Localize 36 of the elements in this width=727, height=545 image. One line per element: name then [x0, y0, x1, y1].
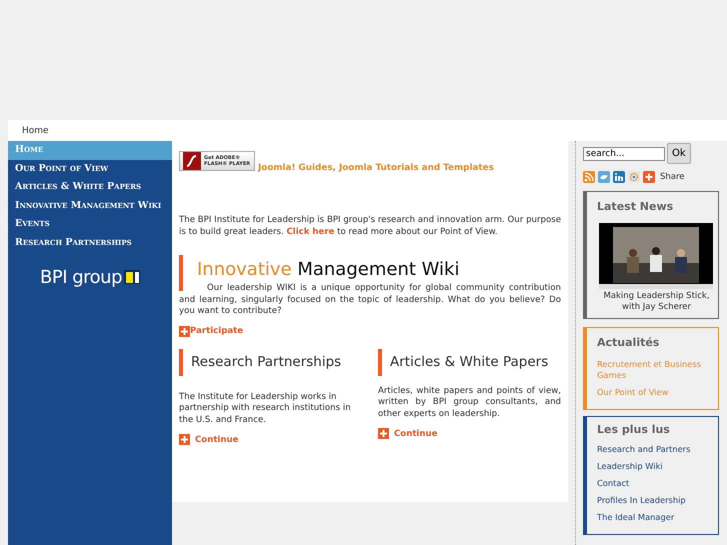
box-link[interactable]: Profiles In Leadership: [597, 495, 716, 506]
section-text: Articles, white papers and points of view, written by BPI group consultants, and other experts on leadership.: [378, 386, 561, 420]
plus-icon: [179, 326, 190, 336]
box-title: Les plus lus: [597, 423, 671, 436]
flash-icon: [183, 152, 201, 170]
ok-button[interactable]: Ok: [667, 143, 691, 164]
rss-icon[interactable]: [583, 171, 595, 183]
section-heading: Research Partnerships: [191, 354, 342, 370]
bird-icon[interactable]: [598, 171, 610, 183]
gear-icon[interactable]: [628, 171, 640, 183]
logo-text: BPI group: [40, 266, 122, 288]
box-link[interactable]: Contact: [597, 478, 716, 489]
plus-icon[interactable]: [643, 171, 655, 183]
box-title: Latest News: [597, 200, 674, 213]
share-label[interactable]: Share: [660, 172, 685, 182]
nav-item[interactable]: Our Point of View: [8, 160, 172, 178]
section-heading: Articles & White Papers: [390, 354, 548, 370]
plus-icon: [378, 428, 389, 439]
linkedin-icon[interactable]: [613, 171, 625, 183]
search-field[interactable]: search...: [583, 146, 665, 160]
box-link[interactable]: Research and Partners: [597, 444, 716, 455]
box-link[interactable]: Leadership Wiki: [597, 461, 716, 472]
breadcrumb[interactable]: Home: [22, 126, 49, 136]
intro-paragraph: The BPI Institute for Leadership is BPI group's research and innovation arm. Our purpose is to build great leaders. Click here to read more about our Point of View.: [179, 215, 561, 238]
video-caption: Making Leadership Stick, with Jay Scherer: [602, 291, 711, 313]
nav-item[interactable]: Events: [8, 215, 172, 234]
wiki-heading: Innovative Management Wiki: [197, 258, 460, 280]
section-text: The Institute for Leadership works in partnership with research institutions in the U.S. and France.: [179, 392, 352, 426]
wiki-paragraph: Our leadership WIKI is a unique opportunity for global community contribution and learning, singularly focused on the topic of leadership. What do you believe? Do you want to contribute?: [179, 283, 561, 318]
plus-icon: [179, 434, 190, 445]
nav-item[interactable]: Innovative Management Wiki: [8, 196, 172, 216]
nav-item[interactable]: Research Partnerships: [8, 234, 172, 253]
logo-icon: [124, 269, 140, 286]
box-link[interactable]: The Ideal Manager: [597, 512, 716, 523]
box-title: Actualités: [597, 336, 660, 349]
nav-item[interactable]: Articles & White Papers: [8, 178, 172, 197]
